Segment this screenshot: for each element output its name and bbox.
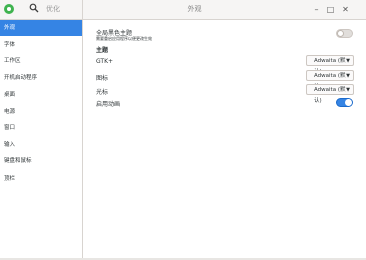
chevron-down-icon: ▼ bbox=[346, 73, 350, 79]
sidebar-item-workspaces[interactable]: 工作区 bbox=[0, 53, 82, 69]
icon-theme-label: 图标 bbox=[96, 75, 109, 82]
theme-section-title: 主题 bbox=[96, 47, 109, 54]
icon-theme-dropdown[interactable]: Adwaita (默认) ▼ bbox=[306, 70, 354, 90]
sidebar-item-fonts[interactable]: 字体 bbox=[0, 37, 82, 53]
app-icon bbox=[4, 4, 14, 14]
switch-knob bbox=[337, 30, 344, 37]
header-bar: 优化 外观 – □ ✕ bbox=[0, 0, 366, 20]
chevron-down-icon: ▼ bbox=[346, 58, 350, 64]
cursor-theme-label: 光标 bbox=[96, 89, 109, 96]
gtk-theme-dropdown[interactable]: Adwaita (默认) ▼ bbox=[306, 55, 354, 75]
minimize-icon[interactable]: – bbox=[311, 4, 322, 15]
animations-switch[interactable] bbox=[336, 98, 353, 107]
sidebar-item-startup-apps[interactable]: 开机启动程序 bbox=[0, 70, 82, 86]
search-icon-glyph bbox=[29, 3, 39, 13]
close-icon[interactable]: ✕ bbox=[340, 4, 351, 15]
cursor-theme-dropdown[interactable]: Adwaita (默认) ▼ bbox=[306, 84, 354, 104]
maximize-icon[interactable]: □ bbox=[325, 4, 336, 15]
dark-theme-subtitle: 需要重启应用程序以便更改生效 bbox=[96, 36, 152, 41]
gtk-theme-label: GTK+ bbox=[96, 58, 114, 65]
animations-label: 启用动画 bbox=[96, 101, 121, 108]
switch-knob bbox=[345, 99, 352, 106]
sidebar-item-keyboard-mouse[interactable]: 键盘和鼠标 bbox=[0, 153, 82, 169]
sidebar-item-appearance[interactable]: 外观 bbox=[0, 20, 82, 36]
tweaks-window: 优化 外观 – □ ✕ 外观 字体 工作区 开机启动程序 桌面 电源 窗口 输入… bbox=[0, 0, 366, 260]
window-title: 外观 bbox=[187, 5, 202, 13]
sidebar-item-desktop[interactable]: 桌面 bbox=[0, 87, 82, 103]
dark-theme-switch[interactable] bbox=[336, 29, 353, 38]
header-sidebar-section: 优化 bbox=[0, 0, 83, 19]
sidebar-item-input[interactable]: 输入 bbox=[0, 137, 82, 153]
search-label[interactable]: 优化 bbox=[46, 3, 60, 15]
main-panel: 全局黑色主题 需要重启应用程序以便更改生效 主题 GTK+ Adwaita (默… bbox=[83, 20, 366, 260]
sidebar: 外观 字体 工作区 开机启动程序 桌面 电源 窗口 输入 键盘和鼠标 顶栏 bbox=[0, 20, 83, 260]
chevron-down-icon: ▼ bbox=[346, 87, 350, 93]
sidebar-item-windows[interactable]: 窗口 bbox=[0, 120, 82, 136]
sidebar-item-power[interactable]: 电源 bbox=[0, 104, 82, 120]
sidebar-item-top-bar[interactable]: 顶栏 bbox=[0, 171, 82, 187]
search-icon[interactable] bbox=[28, 3, 40, 15]
